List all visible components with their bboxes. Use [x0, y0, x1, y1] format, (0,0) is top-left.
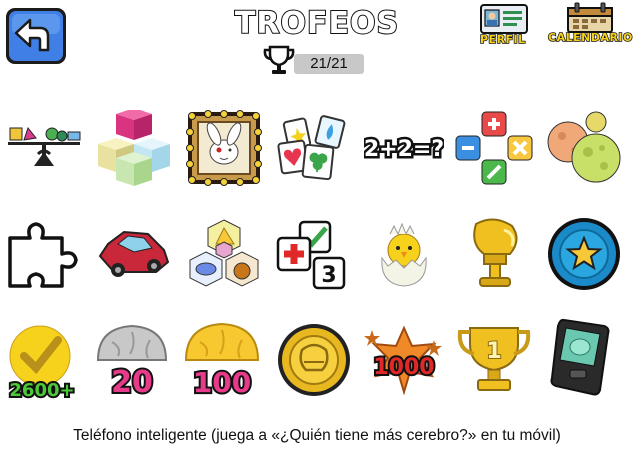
silver-brain-20-icon: 20	[96, 324, 168, 400]
star-1000-trophy[interactable]: 1000	[364, 320, 444, 400]
puzzle-piece-trophy[interactable]	[4, 214, 84, 294]
profile-button[interactable]: PERFIL	[476, 2, 534, 48]
stacked-cubes-icon	[98, 110, 170, 186]
star-1000-icon: 1000	[364, 325, 442, 396]
math-operators-icon	[455, 111, 533, 185]
hatching-chick-icon	[381, 222, 427, 287]
page-title: TROFEOS	[234, 5, 400, 42]
memory-cards-trophy[interactable]	[274, 108, 354, 188]
math-equation-icon: 2+2=?	[364, 135, 444, 165]
food-hexagons-icon	[189, 219, 259, 287]
calendar-label: CALENDARIO	[547, 30, 633, 45]
math-equation-trophy[interactable]: 2+2=?	[364, 108, 444, 188]
plus-three-text: 3	[321, 263, 336, 288]
checkmark-2600-icon: 2600+	[7, 325, 77, 400]
balance-scale-icon	[8, 126, 81, 166]
red-car-trophy[interactable]	[94, 214, 174, 294]
math-operators-trophy[interactable]	[454, 108, 534, 188]
star-1000-text: 1000	[373, 355, 434, 380]
calendar-button[interactable]: CALENDARIO	[547, 0, 634, 48]
plus-three-icon: 3	[276, 220, 346, 290]
profile-card-icon	[480, 4, 528, 34]
golden-glove-icon	[473, 218, 518, 287]
puzzle-piece-icon	[8, 222, 78, 288]
gold-cup-trophy[interactable]: 1	[454, 320, 534, 400]
food-hexagons-trophy[interactable]	[184, 214, 264, 294]
rabbit-portrait-icon	[186, 110, 262, 186]
plus-three-trophy[interactable]: 3	[274, 214, 354, 294]
gold-brain-100-icon: 100	[184, 322, 260, 400]
planets-trophy[interactable]	[544, 108, 624, 188]
golden-glove-trophy[interactable]	[454, 214, 534, 294]
red-car-icon	[98, 230, 170, 277]
rabbit-portrait-trophy[interactable]	[184, 108, 264, 188]
hatching-chick-trophy[interactable]	[364, 214, 444, 294]
gold-glove-coin-icon	[278, 324, 350, 396]
trophy-count: 21/21	[262, 44, 370, 76]
blue-star-medal-icon	[548, 218, 620, 290]
memory-cards-icon	[277, 115, 346, 181]
calendar-icon	[567, 2, 613, 33]
smartphone-trophy[interactable]	[544, 316, 624, 396]
math-equation-text: 2+2=?	[364, 137, 444, 162]
gold-cup-icon: 1	[457, 327, 531, 391]
smartphone-icon	[550, 318, 610, 396]
count-value: 21/21	[310, 55, 348, 72]
silver-brain-20-trophy[interactable]: 20	[92, 320, 172, 400]
trophy-caption: Teléfono inteligente (juega a «¿Quién ti…	[73, 427, 561, 444]
gold-brain-100-text: 100	[193, 366, 251, 399]
silver-brain-20-text: 20	[111, 365, 153, 400]
stacked-cubes-trophy[interactable]	[94, 110, 174, 190]
gold-glove-coin-trophy[interactable]	[274, 320, 354, 400]
gold-brain-100-trophy[interactable]: 100	[182, 320, 262, 400]
checkmark-2600-trophy[interactable]: 2600+	[2, 320, 82, 400]
blue-star-medal-trophy[interactable]	[544, 214, 624, 294]
planets-icon	[547, 111, 621, 183]
checkmark-2600-text: 2600+	[9, 380, 74, 400]
gold-cup-text: 1	[486, 339, 501, 364]
balance-scale-trophy[interactable]	[4, 104, 84, 184]
trophy-cup-icon	[263, 45, 295, 74]
profile-label: PERFIL	[479, 32, 526, 47]
